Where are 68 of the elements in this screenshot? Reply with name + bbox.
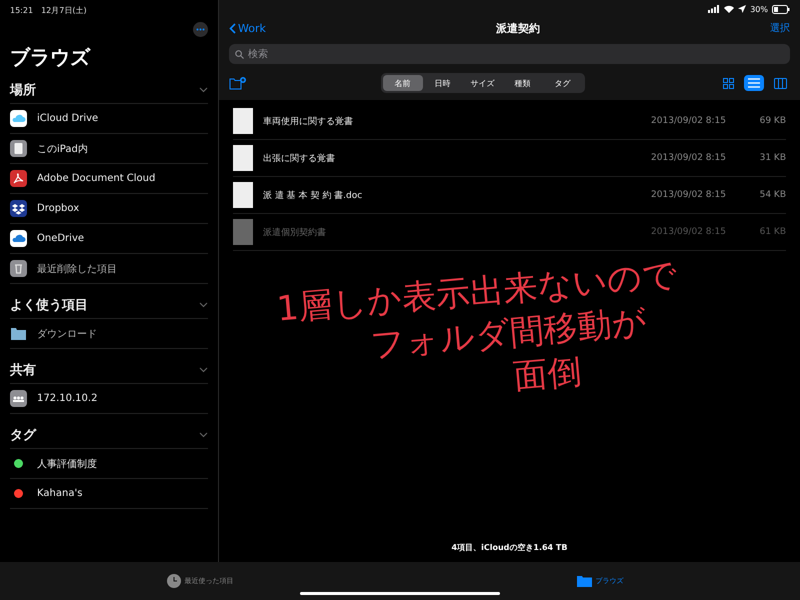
sidebar-item[interactable]: Kahana's	[10, 479, 208, 509]
sidebar-item[interactable]: ダウンロード	[10, 319, 208, 349]
file-row[interactable]: 派 遣 基 本 契 約 書.doc 2013/09/02 8:15 54 KB	[233, 177, 786, 214]
section-title: 共有	[10, 362, 36, 379]
sidebar-item[interactable]: Dropbox	[10, 194, 208, 224]
columns-icon	[774, 78, 786, 88]
sort-tab[interactable]: 日時	[422, 75, 462, 91]
search-icon	[235, 50, 244, 58]
location-icon	[738, 5, 746, 13]
file-size: 31 KB	[758, 153, 786, 163]
battery-percent: 30%	[750, 4, 768, 14]
file-date: 2013/09/02 8:15	[650, 227, 726, 237]
cloud-icon	[10, 230, 27, 247]
new-folder-icon[interactable]	[229, 76, 247, 90]
status-date: 12月7日(土)	[41, 4, 87, 16]
people-icon	[10, 390, 27, 407]
back-link[interactable]: Work	[229, 22, 266, 34]
sidebar-item[interactable]: 最近削除した項目	[10, 254, 208, 284]
chevron-icon[interactable]	[199, 302, 208, 308]
file-date: 2013/09/02 8:15	[650, 153, 726, 163]
list-icon	[748, 78, 760, 88]
status-time: 15:21	[10, 6, 34, 14]
pdf-icon	[10, 170, 27, 187]
sidebar-item[interactable]: Adobe Document Cloud	[10, 164, 208, 194]
wifi-icon	[724, 5, 734, 13]
section-title: 場所	[10, 82, 36, 99]
handwritten-note: 1層しか表示出来ないので フォルダ間移動が 面倒	[274, 254, 680, 400]
chevron-icon[interactable]	[199, 87, 208, 93]
section-title: タグ	[10, 427, 36, 444]
file-size: 69 KB	[758, 116, 786, 126]
file-row[interactable]: 出張に関する覚書 2013/09/02 8:15 31 KB	[233, 140, 786, 177]
sidebar-item[interactable]: iCloud Drive	[10, 104, 208, 134]
sidebar-item[interactable]: 172.10.10.2	[10, 384, 208, 414]
folder-icon	[10, 325, 27, 342]
file-row[interactable]: 派遣個別契約書 2013/09/02 8:15 61 KB	[233, 214, 786, 251]
sort-tab[interactable]: タグ	[542, 75, 582, 91]
trash-icon	[10, 260, 27, 277]
sidebar-title: ブラウズ	[10, 44, 92, 71]
file-size: 61 KB	[758, 227, 786, 237]
sidebar-item[interactable]: OneDrive	[10, 224, 208, 254]
box-icon	[10, 200, 27, 217]
sidebar-item[interactable]: 人事評価制度	[10, 449, 208, 479]
more-button[interactable]	[193, 22, 208, 36]
back-chevron-icon	[229, 22, 236, 34]
sort-tab[interactable]: 種類	[502, 75, 542, 91]
search-field[interactable]: 検索	[229, 44, 790, 64]
file-size: 54 KB	[758, 190, 786, 200]
section-title: よく使う項目	[10, 297, 88, 314]
select-link[interactable]: 選択	[770, 21, 790, 35]
battery-icon	[772, 4, 790, 14]
sidebar-item[interactable]: このiPad内	[10, 134, 208, 164]
view-mode-button[interactable]	[744, 75, 764, 91]
chevron-icon[interactable]	[199, 367, 208, 373]
clock-icon	[166, 574, 180, 588]
cloud-icon	[10, 110, 27, 127]
sort-tab[interactable]: 名前	[382, 75, 422, 91]
file-row[interactable]: 車両使用に関する覚書 2013/09/02 8:15 69 KB	[233, 103, 786, 140]
ellipsis-icon	[196, 28, 205, 30]
tablet-icon	[10, 140, 27, 157]
sort-tab[interactable]: サイズ	[462, 75, 502, 91]
file-date: 2013/09/02 8:15	[650, 116, 726, 126]
folder-title: 派遣契約	[496, 20, 540, 36]
folder-icon	[576, 575, 592, 587]
storage-summary: 4項目、iCloudの空き1.64 TB	[452, 542, 568, 552]
signal-icon	[708, 5, 720, 13]
file-date: 2013/09/02 8:15	[650, 190, 726, 200]
grid-icon	[722, 78, 734, 88]
chevron-icon[interactable]	[199, 432, 208, 438]
